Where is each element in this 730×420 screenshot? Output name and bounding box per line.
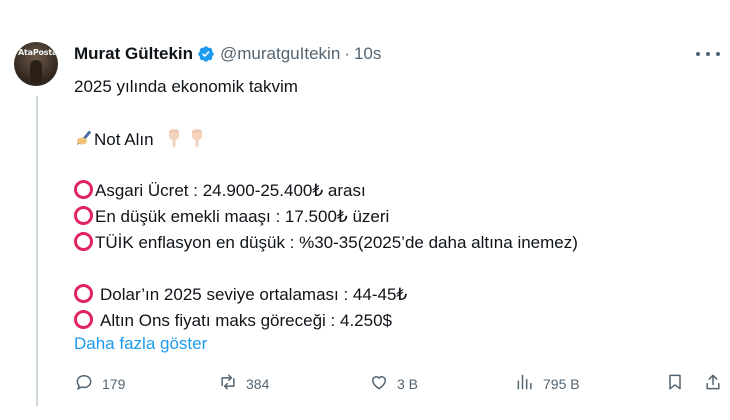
- bookmark-icon: [665, 372, 685, 395]
- verified-badge-icon[interactable]: [197, 45, 215, 63]
- action-bar: 179 384 3 B 795 B: [0, 372, 730, 396]
- more-icon[interactable]: [696, 44, 720, 64]
- avatar[interactable]: AtaPosta: [14, 42, 58, 86]
- list-item: Altın Ons fiyatı maks göreceği : 4.250$: [74, 310, 392, 332]
- thread-line: [36, 96, 38, 406]
- tweet-line-title: 2025 yılında ekonomik takvim: [74, 77, 298, 96]
- views-button[interactable]: 795 B: [515, 372, 580, 395]
- pointing-down-icon: [189, 128, 205, 154]
- separator-dot: ·: [344, 44, 350, 63]
- bookmark-button[interactable]: [665, 372, 685, 395]
- red-circle-icon: [74, 180, 93, 199]
- reply-count: 179: [102, 375, 126, 392]
- show-more-link[interactable]: Daha fazla göster: [74, 333, 207, 355]
- list-item: En düşük emekli maaşı : 17.500₺ üzeri: [74, 206, 389, 228]
- share-button[interactable]: [703, 372, 723, 395]
- writing-hand-icon: [74, 128, 94, 154]
- repost-button[interactable]: 384: [218, 372, 269, 395]
- list-item: Asgari Ücret : 24.900-25.400₺ arası: [74, 180, 366, 202]
- red-circle-icon: [74, 310, 93, 329]
- note-text: Not Alın: [94, 130, 154, 149]
- like-button[interactable]: 3 B: [369, 372, 418, 395]
- share-icon: [703, 372, 723, 395]
- list-item: Dolar’ın 2025 seviye ortalaması : 44-45₺: [74, 284, 407, 306]
- tweet-line-note: Not Alın: [74, 128, 205, 154]
- avatar-text: AtaPosta: [18, 48, 58, 57]
- repost-icon: [218, 372, 238, 395]
- pointing-down-icon: [166, 128, 182, 154]
- like-icon: [369, 372, 389, 395]
- author-name[interactable]: Murat Gültekin: [74, 44, 193, 64]
- reply-icon: [74, 372, 94, 395]
- views-icon: [515, 372, 535, 395]
- like-count: 3 B: [397, 375, 419, 392]
- repost-count: 384: [246, 375, 270, 392]
- tweet-header: Murat Gültekin @muratguItekin · 10s: [74, 42, 381, 66]
- red-circle-icon: [74, 284, 93, 303]
- tweet[interactable]: AtaPosta Murat Gültekin @muratguItekin ·…: [0, 0, 730, 420]
- avatar-figure: [30, 60, 42, 82]
- author-handle[interactable]: @muratguItekin: [220, 44, 340, 64]
- red-circle-icon: [74, 206, 93, 225]
- reply-button[interactable]: 179: [74, 372, 125, 395]
- views-count: 795 B: [543, 375, 580, 392]
- list-item: TÜİK enflasyon en düşük : %30-35(2025’de…: [74, 232, 578, 254]
- timestamp[interactable]: 10s: [354, 44, 381, 64]
- red-circle-icon: [74, 232, 93, 251]
